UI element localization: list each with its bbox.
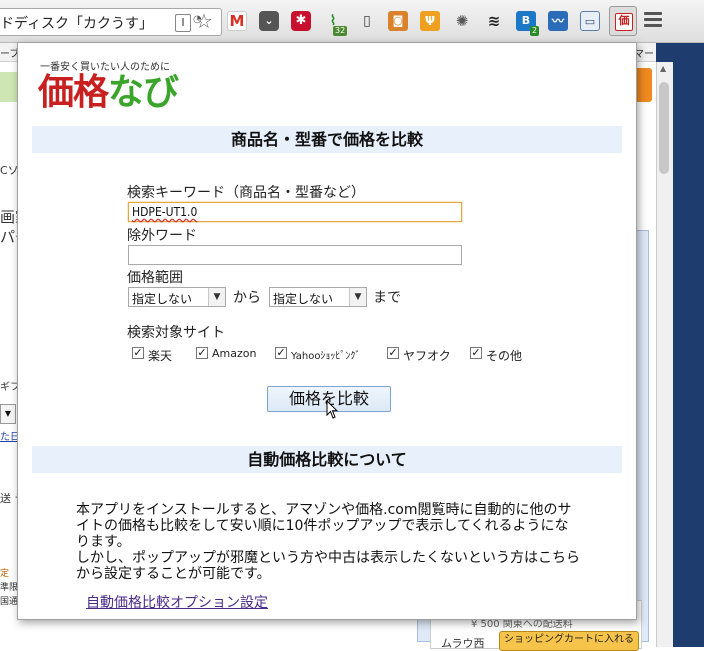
lastpass-icon[interactable]: ✱ <box>291 11 311 31</box>
reader-icon[interactable]: I <box>175 14 191 32</box>
price-min-select[interactable]: 指定しない ▼ <box>128 287 226 307</box>
logo-part-navi: なび <box>108 72 179 113</box>
extension-badge-count: 32 <box>333 26 348 36</box>
tagline: 一番安く買いたい人のために <box>40 62 170 73</box>
background-cart-button[interactable]: ショッピングカートに入れる <box>499 631 639 651</box>
section-title-compare: 商品名・型番で価格を比較 <box>32 126 622 153</box>
chevron-down-icon: ▼ <box>349 288 366 306</box>
background-select[interactable]: ▼ <box>0 404 16 424</box>
site-checkbox-amazon[interactable]: ✓ <box>196 347 208 359</box>
kakaku-navi-logo: 価格なび <box>38 72 179 114</box>
chrome-menu-icon[interactable] <box>644 12 662 28</box>
scroll-up-arrow[interactable]: ▲ <box>660 64 666 73</box>
camera-extension-icon[interactable]: ◙ <box>388 11 408 31</box>
description-paragraph-2: しかし、ポップアップが邪魔という方や中古は表示したくないという方はこちらから設定… <box>76 550 580 582</box>
analytics-extension-icon[interactable]: 〰 <box>548 11 568 31</box>
exclude-label: 除外ワード <box>127 228 197 244</box>
site-label-other: その他 <box>486 349 523 363</box>
from-label: から <box>233 290 261 306</box>
auto-compare-options-link[interactable]: 自動価格比較オプション設定 <box>86 592 268 612</box>
buffer-icon[interactable]: ≋ <box>484 11 504 31</box>
exclude-input[interactable] <box>128 245 462 265</box>
site-label-yahoo-shopping: Yahooｼｮｯﾋﾟﾝｸﾞ <box>291 351 361 362</box>
site-checkbox-rakuten[interactable]: ✓ <box>132 347 144 359</box>
mouse-pointer-icon <box>326 400 339 419</box>
address-bar-text: ドディスク「カクうす」 <box>0 16 154 32</box>
background-seller: ムラウ西 <box>441 637 485 650</box>
price-range-label: 価格範囲 <box>127 270 183 286</box>
site-label-rakuten: 楽天 <box>148 349 173 363</box>
price-max-select[interactable]: 指定しない ▼ <box>269 287 367 307</box>
gmail-icon[interactable]: M <box>227 11 247 31</box>
site-label-yahuoku: ヤフオク <box>403 349 451 363</box>
pocket-icon[interactable]: ⌄ <box>259 11 279 31</box>
to-label: まで <box>373 290 401 306</box>
site-checkbox-yahuoku[interactable]: ✓ <box>387 347 399 359</box>
hatena-badge: 2 <box>530 26 540 36</box>
bookmark-star-icon[interactable]: ☆ <box>195 10 213 32</box>
section-title-auto-compare: 自動価格比較について <box>32 446 622 473</box>
sites-label: 検索対象サイト <box>127 325 225 341</box>
kakaku-navi-extension-icon[interactable]: 価 <box>609 6 637 36</box>
keyword-input[interactable]: HDPE-UT1.0 <box>128 202 462 222</box>
phone-extension-icon[interactable]: ▯ <box>357 11 377 31</box>
bug-extension-icon[interactable]: ✺ <box>452 11 472 31</box>
site-label-amazon: Amazon <box>212 347 257 360</box>
site-checkbox-other[interactable]: ✓ <box>470 347 482 359</box>
scrollbar-thumb[interactable] <box>659 82 669 174</box>
description-paragraph-1: 本アプリをインストールすると、アマゾンや価格.com閲覧時に自動的に他のサイトの… <box>76 502 572 550</box>
logo-part-kakaku: 価格 <box>38 72 109 113</box>
site-checkbox-yahoo-shopping[interactable]: ✓ <box>275 347 287 359</box>
fork-knife-icon[interactable]: Ψ <box>420 11 440 31</box>
window-extension-icon[interactable]: ▭ <box>580 11 600 31</box>
chevron-down-icon: ▼ <box>208 288 225 306</box>
background-banner <box>0 72 18 102</box>
keyword-label: 検索キーワード（商品名・型番など） <box>127 185 365 201</box>
auto-compare-description: 本アプリをインストールすると、アマゾンや価格.com閲覧時に自動的に他のサイトの… <box>76 502 580 582</box>
